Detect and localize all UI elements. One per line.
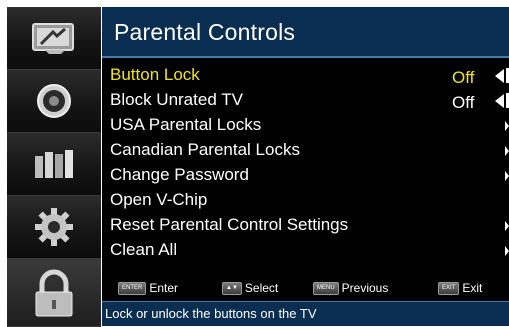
rail-tile-audio[interactable] xyxy=(7,70,101,133)
submenu-arrow-icon xyxy=(505,121,509,131)
rail-tile-parental[interactable] xyxy=(7,259,101,327)
menu-item-usa-parental-locks[interactable]: USA Parental Locks xyxy=(102,113,509,138)
submenu-arrow-icon xyxy=(505,246,509,256)
menu-item-label: Open V-Chip xyxy=(110,190,208,209)
menu-item-label: Canadian Parental Locks xyxy=(110,140,300,159)
up-down-key-icon: ▲▼ xyxy=(222,281,242,295)
menu-item-label: Clean All xyxy=(110,240,178,259)
arrow-left-icon[interactable] xyxy=(495,94,504,108)
status-bar: Lock or unlock the buttons on the TV xyxy=(102,301,509,326)
hint-exit: EXIT Exit xyxy=(438,281,482,295)
menu-item-value: Off xyxy=(452,93,475,112)
menu-key-icon: MENU xyxy=(313,281,339,295)
menu-item-label: Reset Parental Control Settings xyxy=(110,215,349,234)
menu-item-label: Change Password xyxy=(110,165,249,184)
submenu-arrow-icon xyxy=(505,221,509,231)
menu-item-change-password[interactable]: Change Password xyxy=(102,163,509,188)
arrow-left-icon[interactable] xyxy=(495,69,504,83)
hint-label: Enter xyxy=(149,281,179,295)
hint-select: ▲▼ Select xyxy=(222,281,278,295)
menu-item-value: Off xyxy=(452,68,475,87)
menu-item-clean-all[interactable]: Clean All xyxy=(102,238,509,263)
menu-item-button-lock[interactable]: Button Lock Off xyxy=(102,63,509,88)
hint-enter: ENTER Enter xyxy=(118,281,178,295)
channels-icon xyxy=(35,150,73,178)
hint-previous: MENU Previous xyxy=(313,281,388,295)
rail-tile-channels[interactable] xyxy=(7,133,101,196)
key-hints: ENTER Enter ▲▼ Select MENU Previous EXIT… xyxy=(102,277,509,299)
parental-controls-panel: Parental Controls Button Lock Off Block … xyxy=(102,7,509,326)
rail-tile-picture[interactable] xyxy=(7,7,101,70)
page-title: Parental Controls xyxy=(114,19,296,45)
hint-label: Previous xyxy=(341,281,389,295)
audio-icon xyxy=(37,84,71,118)
hint-label: Select xyxy=(244,281,279,295)
picture-icon xyxy=(32,23,74,54)
lock-icon xyxy=(35,269,73,316)
menu-item-label: USA Parental Locks xyxy=(110,115,262,134)
menu-item-reset-parental-control-settings[interactable]: Reset Parental Control Settings xyxy=(102,213,509,238)
settings-icon xyxy=(35,208,73,246)
submenu-arrow-icon xyxy=(505,171,509,181)
panel-header: Parental Controls xyxy=(102,7,509,58)
menu-item-canadian-parental-locks[interactable]: Canadian Parental Locks xyxy=(102,138,509,163)
exit-key-icon: EXIT xyxy=(438,281,460,295)
submenu-arrow-icon xyxy=(505,146,509,156)
help-text: Lock or unlock the buttons on the TV xyxy=(105,306,317,321)
menu-rail xyxy=(7,7,101,327)
menu-item-block-unrated-tv[interactable]: Block Unrated TV Off xyxy=(102,88,509,113)
menu-item-label: Button Lock xyxy=(110,65,200,84)
rail-tile-settings[interactable] xyxy=(7,196,101,259)
hint-label: Exit xyxy=(462,281,483,295)
menu-item-label: Block Unrated TV xyxy=(110,90,243,109)
enter-key-icon: ENTER xyxy=(118,281,147,295)
menu-item-open-v-chip[interactable]: Open V-Chip xyxy=(102,188,509,213)
